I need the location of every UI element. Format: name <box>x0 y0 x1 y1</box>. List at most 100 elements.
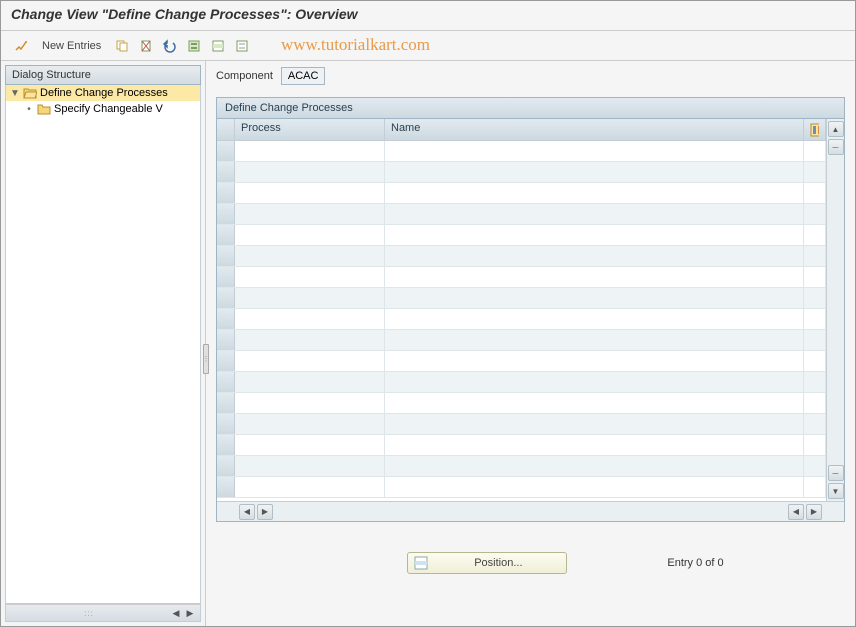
folder-closed-icon <box>37 103 51 115</box>
cell-name[interactable] <box>385 267 804 287</box>
toggle-display-icon[interactable] <box>11 36 31 56</box>
cell-process[interactable] <box>235 204 385 224</box>
row-selector[interactable] <box>217 477 235 497</box>
undo-icon[interactable] <box>160 36 180 56</box>
column-config-button[interactable] <box>804 119 826 140</box>
table-header-row: Process Name <box>217 119 826 141</box>
row-selector[interactable] <box>217 456 235 476</box>
copy-icon[interactable] <box>112 36 132 56</box>
row-selector[interactable] <box>217 246 235 266</box>
cell-process[interactable] <box>235 330 385 350</box>
cell-process[interactable] <box>235 288 385 308</box>
cell-process[interactable] <box>235 456 385 476</box>
cell-process[interactable] <box>235 372 385 392</box>
sidebar-bottom-bar: ::: ◀ ▶ <box>5 604 201 622</box>
cell-process[interactable] <box>235 435 385 455</box>
cell-process[interactable] <box>235 162 385 182</box>
footer-row: Position... Entry 0 of 0 <box>216 552 845 574</box>
position-label: Position... <box>436 557 560 569</box>
row-selector[interactable] <box>217 414 235 434</box>
cell-process[interactable] <box>235 225 385 245</box>
cell-process[interactable] <box>235 267 385 287</box>
cell-name[interactable] <box>385 372 804 392</box>
row-selector[interactable] <box>217 267 235 287</box>
cell-name[interactable] <box>385 162 804 182</box>
cell-process[interactable] <box>235 183 385 203</box>
component-value: ACAC <box>281 67 326 85</box>
scroll-left-end-icon[interactable]: ◀ <box>788 504 804 520</box>
tree-item-specify-changeable[interactable]: • Specify Changeable V <box>6 101 200 117</box>
new-entries-button[interactable]: New Entries <box>35 37 108 55</box>
page-title: Change View "Define Change Processes": O… <box>11 6 845 22</box>
tree-bullet-icon: • <box>24 104 34 115</box>
cell-process[interactable] <box>235 477 385 497</box>
cell-name[interactable] <box>385 225 804 245</box>
position-button[interactable]: Position... <box>407 552 567 574</box>
cell-name[interactable] <box>385 351 804 371</box>
cell-name[interactable] <box>385 183 804 203</box>
splitter-handle[interactable]: ⋮ <box>203 344 209 374</box>
watermark-text: www.tutorialkart.com <box>281 35 430 55</box>
row-selector[interactable] <box>217 372 235 392</box>
cell-name[interactable] <box>385 309 804 329</box>
tree-expander-icon[interactable]: ▼ <box>10 88 20 99</box>
entry-status: Entry 0 of 0 <box>667 557 723 569</box>
folder-open-icon <box>23 87 37 99</box>
row-selector[interactable] <box>217 309 235 329</box>
select-block-icon[interactable] <box>208 36 228 56</box>
cell-process[interactable] <box>235 141 385 161</box>
row-selector[interactable] <box>217 162 235 182</box>
page-up-icon[interactable]: ─ <box>828 139 844 155</box>
cell-process[interactable] <box>235 246 385 266</box>
grip-icon[interactable]: ::: <box>10 609 168 618</box>
cell-name[interactable] <box>385 393 804 413</box>
row-selector[interactable] <box>217 141 235 161</box>
cell-name[interactable] <box>385 330 804 350</box>
scroll-left-icon[interactable]: ◀ <box>239 504 255 520</box>
table-grid: Process Name <box>217 119 826 501</box>
sidebar-scroll-left-icon[interactable]: ◀ <box>170 607 182 619</box>
row-selector[interactable] <box>217 204 235 224</box>
cell-name[interactable] <box>385 456 804 476</box>
cell-name[interactable] <box>385 414 804 434</box>
select-all-icon[interactable] <box>184 36 204 56</box>
title-bar: Change View "Define Change Processes": O… <box>1 1 855 31</box>
cell-process[interactable] <box>235 393 385 413</box>
tree-item-define-change-processes[interactable]: ▼ Define Change Processes <box>6 85 200 101</box>
scroll-right-end-icon[interactable]: ▶ <box>806 504 822 520</box>
sidebar-scroll-right-icon[interactable]: ▶ <box>184 607 196 619</box>
table-vertical-scrollbar[interactable]: ▲ ─ ─ ▼ <box>826 119 844 501</box>
row-selector[interactable] <box>217 288 235 308</box>
row-selector[interactable] <box>217 351 235 371</box>
row-selector[interactable] <box>217 435 235 455</box>
cell-name[interactable] <box>385 477 804 497</box>
cell-name[interactable] <box>385 246 804 266</box>
cell-process[interactable] <box>235 309 385 329</box>
row-selector[interactable] <box>217 183 235 203</box>
delete-icon[interactable] <box>136 36 156 56</box>
table-horizontal-scrollbar[interactable]: ◀ ▶ ◀ ▶ <box>217 501 844 521</box>
cell-process[interactable] <box>235 414 385 434</box>
row-selector-header[interactable] <box>217 119 235 140</box>
component-field-row: Component ACAC <box>216 67 845 85</box>
dialog-structure-sidebar: Dialog Structure ▼ Define Change Process… <box>1 61 206 626</box>
cell-name[interactable] <box>385 435 804 455</box>
row-selector[interactable] <box>217 225 235 245</box>
page-down-icon[interactable]: ─ <box>828 465 844 481</box>
cell-name[interactable] <box>385 204 804 224</box>
tree-item-label: Specify Changeable V <box>54 103 163 115</box>
cell-name[interactable] <box>385 141 804 161</box>
scroll-down-icon[interactable]: ▼ <box>828 483 844 499</box>
cell-process[interactable] <box>235 351 385 371</box>
column-header-process[interactable]: Process <box>235 119 385 140</box>
column-header-name[interactable]: Name <box>385 119 804 140</box>
tree-item-label: Define Change Processes <box>40 87 168 99</box>
toolbar: New Entries www.tutorialkart.com <box>1 31 855 61</box>
main-panel: Component ACAC Define Change Processes P… <box>206 61 855 626</box>
scroll-right-icon[interactable]: ▶ <box>257 504 273 520</box>
scroll-up-icon[interactable]: ▲ <box>828 121 844 137</box>
cell-name[interactable] <box>385 288 804 308</box>
deselect-all-icon[interactable] <box>232 36 252 56</box>
row-selector[interactable] <box>217 330 235 350</box>
row-selector[interactable] <box>217 393 235 413</box>
